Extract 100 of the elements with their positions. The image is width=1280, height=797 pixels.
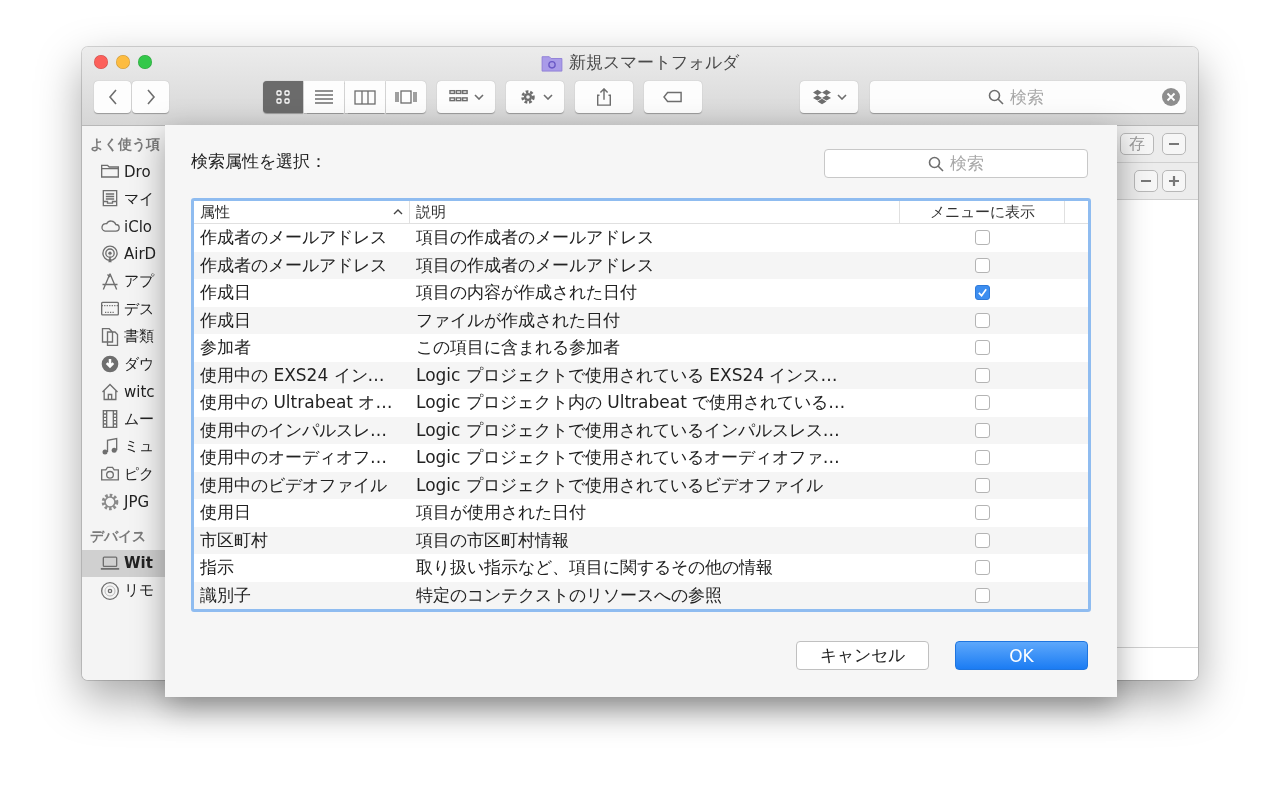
table-cell-text: 指示 <box>199 556 235 580</box>
table-cell-text: 項目が使用された日付 <box>415 501 587 525</box>
sidebar-item[interactable]: ムー <box>82 405 165 433</box>
caret-icon <box>543 94 553 100</box>
back-button[interactable] <box>94 81 131 113</box>
back-icon <box>107 89 118 105</box>
checkbox[interactable] <box>975 560 990 576</box>
table-cell-text: 作成日 <box>199 308 252 332</box>
sidebar-item[interactable]: AirD <box>82 240 165 268</box>
sidebar-item[interactable]: ダウ <box>82 350 165 378</box>
forward-icon <box>145 89 156 105</box>
clear-icon[interactable] <box>1162 88 1180 106</box>
table-cell-text: 作成者のメールアドレス <box>199 226 388 250</box>
table-cell-text: 作成者のメールアドレス <box>199 253 388 277</box>
documents-icon <box>100 326 120 347</box>
sidebar-item[interactable]: Wit <box>82 549 165 577</box>
columns-icon <box>354 89 376 105</box>
forward-button[interactable] <box>132 81 169 113</box>
remove-button[interactable] <box>1134 170 1158 192</box>
checkbox[interactable] <box>975 422 990 438</box>
checkbox[interactable] <box>975 532 990 548</box>
sidebar-item[interactable]: witc <box>82 378 165 406</box>
checkbox[interactable] <box>975 367 990 383</box>
share-button[interactable] <box>575 81 633 113</box>
music-icon <box>100 436 120 457</box>
table-cell-text: 参加者 <box>199 336 252 360</box>
sidebar-item[interactable]: JPG <box>82 488 165 516</box>
sidebar-item[interactable]: Dro <box>82 158 165 186</box>
checkbox[interactable] <box>975 312 990 328</box>
cover-flow-icon <box>395 90 417 104</box>
arrange-button[interactable] <box>437 81 495 113</box>
list-icon <box>314 90 334 104</box>
table-cell-text: この項目に含まれる参加者 <box>415 336 621 360</box>
table-cell-text: 市区町村 <box>199 528 269 552</box>
table-cell-text: 作成日 <box>199 281 252 305</box>
caret-icon <box>474 94 484 100</box>
table-cell-text: 使用中の Ultrabeat オ… <box>199 391 394 415</box>
film-icon <box>100 409 120 430</box>
zoom-button[interactable] <box>138 55 152 69</box>
close-button[interactable] <box>94 55 108 69</box>
table-cell-text: 項目の市区町村情報 <box>415 528 570 552</box>
table-cell-text: 識別子 <box>199 583 252 607</box>
checkbox[interactable] <box>975 505 990 521</box>
table-cell-text: ファイルが作成された日付 <box>415 308 621 332</box>
tag-button[interactable] <box>644 81 702 113</box>
dropbox-button[interactable] <box>800 81 858 113</box>
search-icon <box>988 89 1004 105</box>
table-cell-text: 使用日 <box>199 501 252 525</box>
dialog-title: 検索属性を選択： <box>191 150 327 173</box>
table-cell-text: 使用中のオーディオフ… <box>199 446 388 470</box>
caret-icon <box>837 94 847 100</box>
column-header[interactable]: 属性 <box>194 201 410 223</box>
disc-icon <box>100 580 120 601</box>
checkbox[interactable] <box>975 477 990 493</box>
table-cell-text: Logic プロジェクトで使用されている EXS24 インス… <box>415 363 839 387</box>
checkbox[interactable] <box>975 395 990 411</box>
remove-button[interactable] <box>1162 133 1186 155</box>
radar-icon <box>100 244 120 265</box>
home-icon <box>100 381 120 402</box>
add-button[interactable] <box>1162 170 1186 192</box>
table-cell-text: Logic プロジェクトで使用されているインパルスレス… <box>415 418 841 442</box>
dropbox-icon <box>811 88 833 106</box>
gear-icon <box>100 491 120 512</box>
table-cell-text: Logic プロジェクトで使用されているオーディオファ… <box>415 446 841 470</box>
sidebar-item[interactable]: アプ <box>82 268 165 296</box>
column-header[interactable]: 説明 <box>410 201 900 223</box>
sidebar-item[interactable]: マイ <box>82 185 165 213</box>
cancel-button[interactable]: キャンセル <box>796 641 929 670</box>
sidebar-heading: デバイス <box>89 526 147 546</box>
table-cell-text: 使用中のビデオファイル <box>199 473 388 497</box>
checkbox[interactable] <box>975 230 990 246</box>
checkmark-icon <box>977 287 988 299</box>
search-icon <box>928 155 944 172</box>
sidebar-item[interactable]: ミュ <box>82 433 165 461</box>
minimize-button[interactable] <box>116 55 130 69</box>
checkbox[interactable] <box>975 257 990 273</box>
table-cell-text: Logic プロジェクト内の Ultrabeat で使用されている… <box>415 391 847 415</box>
table-cell-text: Logic プロジェクトで使用されているビデオファイル <box>415 473 824 497</box>
checkbox[interactable] <box>975 450 990 466</box>
column-header[interactable]: メニューに表示 <box>900 201 1065 223</box>
sidebar-item[interactable]: デス <box>82 295 165 323</box>
table-cell-text: 項目の作成者のメールアドレス <box>415 226 655 250</box>
view-mode-button[interactable] <box>386 81 426 113</box>
sidebar-item[interactable]: iClo <box>82 213 165 241</box>
table-cell-text: 使用中のインパルスレ… <box>199 418 388 442</box>
sidebar-item[interactable]: リモ <box>82 577 165 605</box>
table-cell-text: 項目の作成者のメールアドレス <box>415 253 655 277</box>
sidebar-item[interactable]: 書類 <box>82 323 165 351</box>
view-mode-button[interactable] <box>304 81 344 113</box>
checkbox[interactable] <box>975 285 990 301</box>
smart-folder-icon <box>541 53 563 72</box>
table-cell-text: 取り扱い指示など、項目に関するその他の情報 <box>415 556 774 580</box>
checkbox[interactable] <box>975 587 990 603</box>
plus-icon <box>1168 175 1180 187</box>
checkbox[interactable] <box>975 340 990 356</box>
sidebar-item[interactable]: ピク <box>82 460 165 488</box>
view-mode-button[interactable] <box>345 81 385 113</box>
action-button[interactable] <box>506 81 564 113</box>
view-mode-button[interactable] <box>263 81 303 113</box>
window-title: 新規スマートフォルダ <box>569 51 739 74</box>
